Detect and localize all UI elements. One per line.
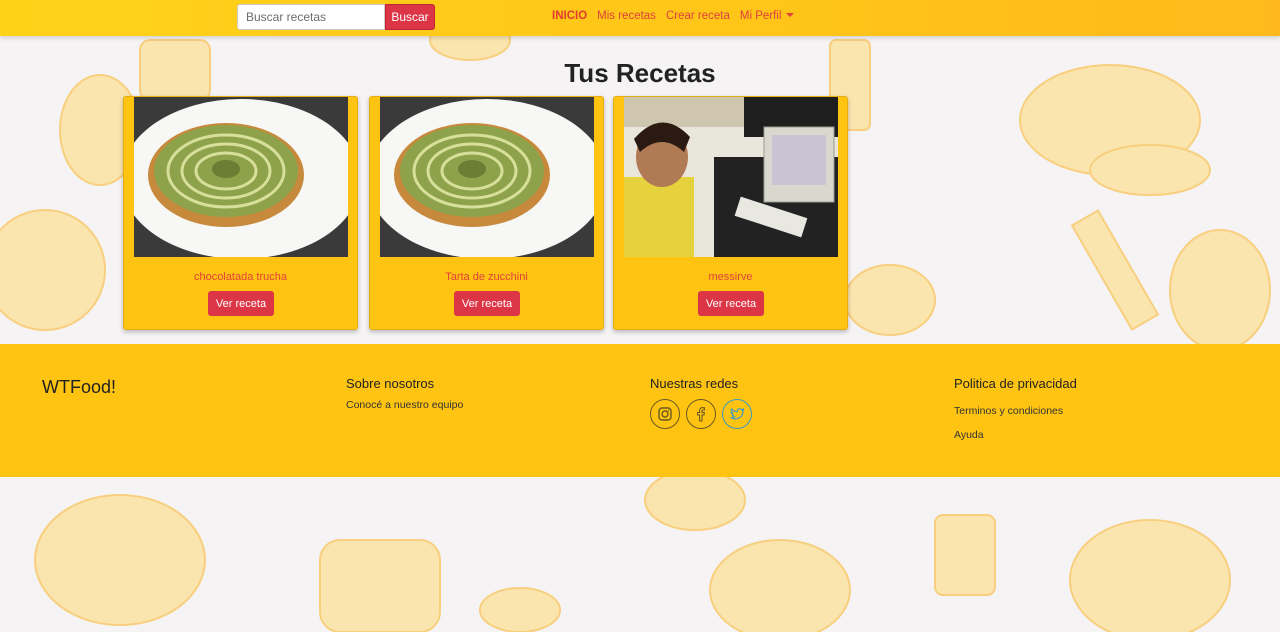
footer-terms-link[interactable]: Terminos y condiciones [954,405,1077,417]
footer-help-link[interactable]: Ayuda [954,429,1077,441]
footer-brand: WTFood! [42,377,117,397]
recipe-title[interactable]: Tarta de zucchini [370,271,603,283]
footer-team-link[interactable]: Conocé a nuestro equipo [346,399,463,411]
caret-down-icon [786,13,795,17]
recipe-image[interactable] [380,97,594,257]
nav-crear-receta-link[interactable]: Crear receta [666,10,730,22]
ver-receta-button[interactable]: Ver receta [454,291,520,316]
ver-receta-button[interactable]: Ver receta [698,291,764,316]
footer-about-column: Sobre nosotros Conocé a nuestro equipo [346,376,463,420]
recipe-card: chocolatada trucha Ver receta [123,96,358,330]
mi-perfil-label: Mi Perfil [739,10,782,22]
zucchini-tart-photo [134,97,348,257]
facebook-glyph [697,407,705,422]
page-title: Tus Recetas [564,58,716,88]
nav-links: INICIO Mis recetas Crear receta Mi Perfi… [552,10,795,22]
search-input[interactable] [237,4,385,30]
instagram-icon[interactable] [650,399,680,429]
recipe-title[interactable]: chocolatada trucha [124,271,357,283]
top-navbar: Buscar INICIO Mis recetas Crear receta M… [0,0,1280,36]
recipe-title[interactable]: messirve [614,271,847,283]
recipe-card: messirve Ver receta [613,96,848,330]
recipe-card: Tarta de zucchini Ver receta [369,96,604,330]
zucchini-tart-photo [380,97,594,257]
footer-privacy-column: Politica de privacidad Terminos y condic… [954,376,1077,450]
social-icons [650,399,752,429]
recipe-image[interactable] [134,97,348,257]
twitter-icon[interactable] [722,399,752,429]
ver-receta-button[interactable]: Ver receta [208,291,274,316]
nav-inicio-link[interactable]: INICIO [552,10,587,22]
facebook-icon[interactable] [686,399,716,429]
recipe-image[interactable] [624,97,838,257]
site-footer: WTFood! Sobre nosotros Conocé a nuestro … [0,344,1280,477]
footer-privacy-heading: Politica de privacidad [954,376,1077,391]
footer-about-heading: Sobre nosotros [346,376,435,391]
instagram-glyph [658,407,672,421]
twitter-glyph [730,407,745,420]
nav-mi-perfil-dropdown[interactable]: Mi Perfil [740,10,795,22]
footer-social-column: Nuestras redes [650,376,752,429]
search-button[interactable]: Buscar [385,4,435,30]
nav-mis-recetas-link[interactable]: Mis recetas [597,10,656,22]
footer-social-heading: Nuestras redes [650,376,739,391]
person-at-computer-photo [624,97,838,257]
